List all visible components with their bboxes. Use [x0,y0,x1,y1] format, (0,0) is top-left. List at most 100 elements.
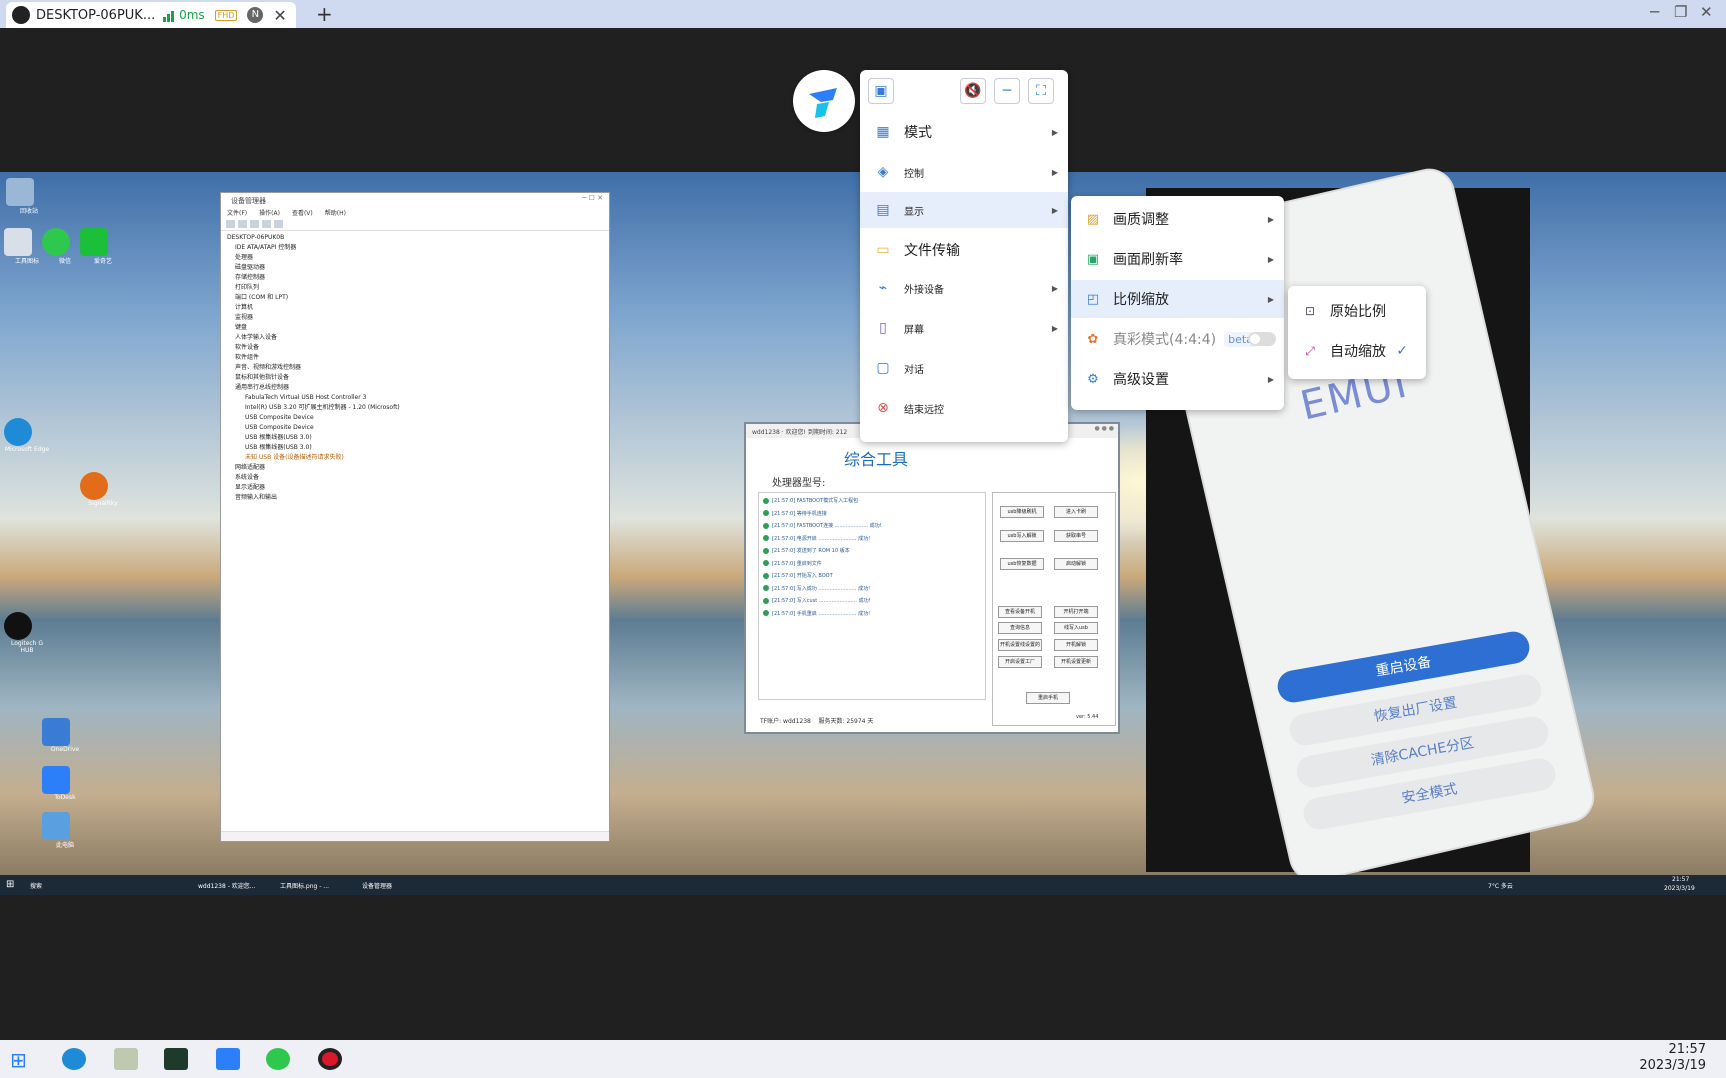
wechat-taskbar-icon[interactable] [266,1048,290,1070]
window-restore-icon[interactable]: ❐ [1674,3,1687,21]
tree-item[interactable]: IDE ATA/ATAPI 控制器 [227,243,603,253]
device-manager-window[interactable]: 设备管理器 ─ ☐ ✕ 文件(F) 操作(A) 查看(V) 帮助(H) DESKT… [220,192,610,842]
menu-item-screen[interactable]: ▯ 屏幕 ▶ [860,310,1068,346]
tool-button[interactable]: 查看设备开机 [998,606,1042,618]
remote-search[interactable]: 搜索 [30,881,42,890]
tool-button[interactable]: usb恢复数据 [1000,558,1044,570]
tree-item[interactable]: 网络适配器 [227,463,603,473]
desktop-icon[interactable]: OneDrive [42,718,88,753]
tool-button[interactable]: 开机设置线设置的 [998,639,1042,651]
tree-root[interactable]: DESKTOP-06PUK0B [227,233,603,243]
back-icon[interactable] [226,220,235,228]
menu-item-display[interactable]: ▤ 显示 ▶ [860,192,1068,228]
menu-item-mode[interactable]: ▦ 模式 ▶ [860,114,1068,150]
tree-item[interactable]: 键盘 [227,323,603,333]
tool-button[interactable]: 线写入usb [1054,622,1098,634]
menu-item-chat[interactable]: ▢ 对话 [860,350,1068,386]
remote-taskbar-app[interactable]: 设备管理器 [362,881,392,890]
desktop-icon[interactable]: 此电脑 [42,812,88,849]
tool-button[interactable]: usb写入解锁 [1000,530,1044,542]
desktop-icon[interactable]: Logitech G HUB [4,612,50,654]
submenu-item-refresh-rate[interactable]: ▣ 画面刷新率 ▶ [1071,240,1284,278]
submenu-item-scale[interactable]: ◰ 比例缩放 ▶ [1071,280,1284,318]
window-close-icon[interactable]: ✕ [1700,3,1713,21]
tool-window[interactable]: wdd1238 · 欢迎您! 到期时间: 212 ● ● ● 综合工具 处理器型号… [744,422,1120,734]
tree-item[interactable]: 打印队列 [227,283,603,293]
account-badge[interactable]: N [247,7,264,23]
desktop-icon[interactable]: ToDesk [42,766,88,801]
minus-icon[interactable]: ─ [994,78,1020,104]
tool-button[interactable]: 查询信息 [998,622,1042,634]
tool-button[interactable]: 启动解锁 [1054,558,1098,570]
tool-button[interactable]: 获取串号 [1054,530,1098,542]
menu-item-end-session[interactable]: ⊗ 结束远控 [860,390,1068,426]
speaker-muted-icon[interactable]: 🔇 [960,78,986,104]
tool-button[interactable]: 开机打开端 [1054,606,1098,618]
tool-button[interactable]: 进入卡刷 [1054,506,1098,518]
forward-icon[interactable] [238,220,247,228]
tool-button[interactable]: 开机设置更新 [1054,656,1098,668]
tree-item[interactable]: 鼠标和其他指针设备 [227,373,603,383]
help-icon[interactable] [262,220,271,228]
menu-action[interactable]: 操作(A) [259,208,280,218]
menu-file[interactable]: 文件(F) [227,208,247,218]
tree-item[interactable]: 监视器 [227,313,603,323]
menu-item-external-device[interactable]: ⌁ 外接设备 ▶ [860,270,1068,306]
reboot-phone-button[interactable]: 重启手机 [1026,692,1070,704]
tree-subitem-warning[interactable]: 未知 USB 设备(设备描述符请求失败) [227,453,603,463]
todesk-floating-logo[interactable] [793,70,855,132]
tree-subitem[interactable]: USB 根集线器(USB 3.0) [227,443,603,453]
tree-item[interactable]: 音频输入和输出 [227,493,603,503]
menu-view[interactable]: 查看(V) [292,208,313,218]
session-tab[interactable]: DESKTOP-06PUK... 0ms FHD N ✕ [6,2,296,28]
quality-badge[interactable]: FHD [214,9,238,21]
tree-subitem[interactable]: USB Composite Device [227,423,603,433]
record-icon[interactable] [318,1048,342,1070]
monitor-app-icon[interactable] [164,1048,188,1070]
tool-button[interactable]: 开启设置工厂 [998,656,1042,668]
desktop-icon[interactable]: 爱奇艺 [80,228,126,265]
tree-item[interactable]: 计算机 [227,303,603,313]
scale-option-original[interactable]: ⊡ 原始比例 [1288,292,1426,330]
desktop-icon[interactable]: SignalRky [80,472,126,507]
tree-item[interactable]: 存储控制器 [227,273,603,283]
monitor-check-icon[interactable]: ▣ [868,78,894,104]
submenu-item-image-quality[interactable]: ▨ 画质调整 ▶ [1071,200,1284,238]
submenu-item-true-color[interactable]: ✿ 真彩模式(4:4:4) beta [1071,320,1284,358]
tree-subitem[interactable]: USB Composite Device [227,413,603,423]
tool-button[interactable]: 开机解锁 [1054,639,1098,651]
scale-option-auto[interactable]: ⤢ 自动缩放 ✓ [1288,332,1426,370]
tree-subitem[interactable]: Intel(R) USB 3.20 可扩展主机控制器 - 1.20 (Micro… [227,403,603,413]
desktop-icon[interactable]: 回收站 [6,178,52,215]
tool-window-controls-icon[interactable]: ● ● ● [1094,425,1114,432]
true-color-toggle[interactable] [1248,332,1276,346]
tree-subitem[interactable]: FabulaTech Virtual USB Host Controller 3 [227,393,603,403]
window-controls-icon[interactable]: ─ ☐ ✕ [582,194,603,202]
window-minimize-icon[interactable]: ─ [1650,3,1659,21]
menu-help[interactable]: 帮助(H) [325,208,346,218]
remote-start-icon[interactable]: ⊞ [6,879,14,890]
tree-item[interactable]: 端口 (COM 和 LPT) [227,293,603,303]
tree-item[interactable]: 磁盘驱动器 [227,263,603,273]
start-icon[interactable]: ⊞ [10,1048,34,1072]
tree-subitem[interactable]: USB 根集线器(USB 3.0) [227,433,603,443]
close-tab-icon[interactable]: ✕ [273,6,286,25]
todesk-taskbar-icon[interactable] [216,1048,240,1070]
remote-taskbar-app[interactable]: wdd1238 - 欢迎您... [198,881,256,890]
host-clock[interactable]: 21:57 2023/3/19 [1639,1042,1706,1074]
desktop-icon[interactable]: Microsoft Edge [4,418,50,453]
tree-item[interactable]: 处理器 [227,253,603,263]
tree-item[interactable]: 软件组件 [227,353,603,363]
fullscreen-icon[interactable]: ⛶ [1028,78,1054,104]
tree-item[interactable]: 显示适配器 [227,483,603,493]
new-tab-icon[interactable]: + [316,2,333,26]
tree-item[interactable]: 声音、视频和游戏控制器 [227,363,603,373]
scan-icon[interactable] [274,220,283,228]
menu-item-control[interactable]: ◈ 控制 ▶ [860,154,1068,190]
tree-item[interactable]: 软件设备 [227,343,603,353]
tree-item[interactable]: 人体学输入设备 [227,333,603,343]
submenu-item-advanced[interactable]: ⚙ 高级设置 ▶ [1071,360,1284,398]
edge-icon[interactable] [62,1048,86,1070]
menu-item-file-transfer[interactable]: ▭ 文件传输 [860,232,1068,268]
tree-item[interactable]: 系统设备 [227,473,603,483]
